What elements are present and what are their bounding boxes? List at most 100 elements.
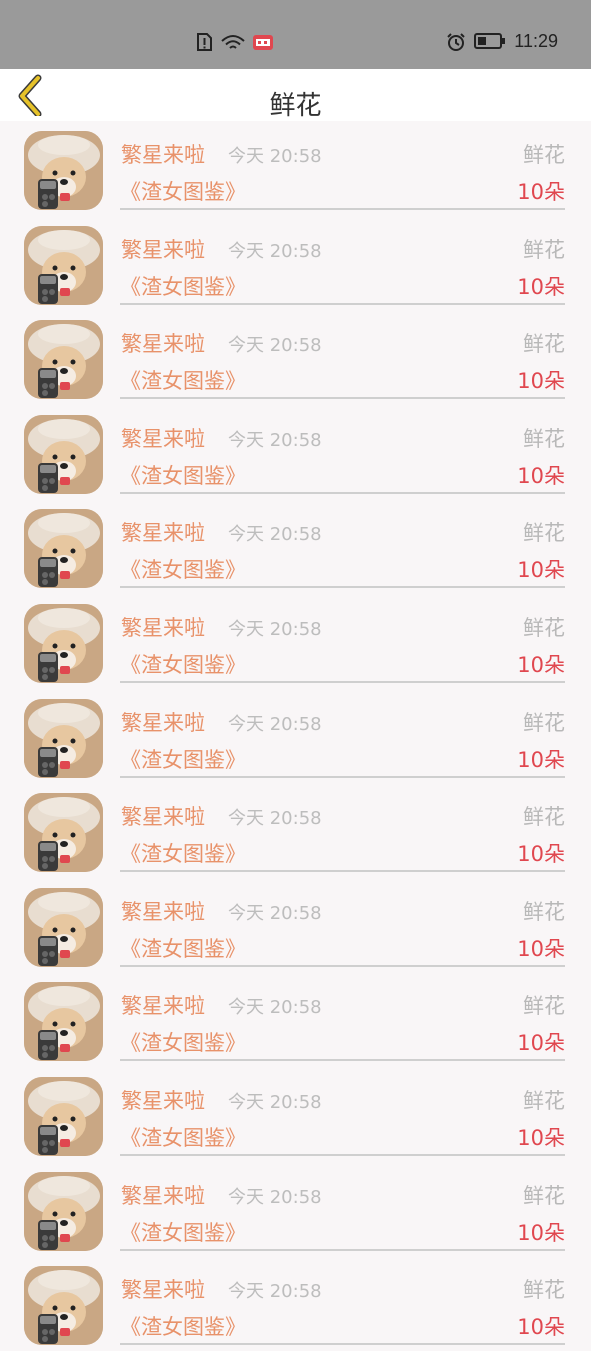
send-time: 今天 20:58 — [228, 146, 322, 167]
gift-count: 10朵 — [517, 652, 565, 677]
send-time: 今天 20:58 — [228, 335, 322, 357]
list-item[interactable]: 繁星来啦 今天 20:58 鲜花 《渣女图鉴》 10朵 — [0, 310, 591, 405]
avatar[interactable] — [24, 698, 103, 778]
alarm-icon — [446, 32, 466, 52]
list-item[interactable]: 繁星来啦 今天 20:58 鲜花 《渣女图鉴》 10朵 — [0, 121, 591, 216]
work-title[interactable]: 《渣女图鉴》 — [120, 176, 246, 206]
divider — [120, 964, 565, 967]
send-time: 今天 20:58 — [228, 1091, 322, 1113]
list-item[interactable]: 繁星来啦 今天 20:58 鲜花 《渣女图鉴》 10朵 — [0, 405, 591, 500]
list-item[interactable]: 繁星来啦 今天 20:58 鲜花 《渣女图鉴》 10朵 — [0, 783, 591, 878]
divider — [120, 491, 565, 494]
status-bar: 11:29 — [0, 0, 591, 69]
gift-count: 10朵 — [517, 1315, 565, 1340]
gift-count: 10朵 — [517, 180, 565, 204]
work-title[interactable]: 《渣女图鉴》 — [120, 744, 246, 774]
sender-name: 繁星来啦 — [121, 1088, 205, 1113]
list-item[interactable]: 繁星来啦 今天 20:58 鲜花 《渣女图鉴》 10朵 — [0, 1162, 591, 1257]
divider — [120, 1248, 565, 1251]
work-title[interactable]: 《渣女图鉴》 — [120, 460, 246, 490]
nav-bar: 鲜花 — [0, 69, 591, 121]
send-time: 今天 20:58 — [228, 713, 322, 735]
sender-name: 繁星来啦 — [121, 805, 205, 830]
send-time: 今天 20:58 — [228, 240, 322, 262]
avatar[interactable] — [24, 131, 103, 210]
sim-alert-icon — [196, 32, 214, 52]
send-time: 今天 20:58 — [228, 618, 322, 640]
sender-name: 繁星来啦 — [121, 994, 205, 1019]
work-title[interactable]: 《渣女图鉴》 — [120, 1217, 246, 1247]
send-time: 今天 20:58 — [228, 902, 322, 924]
gift-type: 鲜花 — [523, 899, 565, 924]
list-item[interactable]: 繁星来啦 今天 20:58 鲜花 《渣女图鉴》 10朵 — [0, 1067, 591, 1162]
avatar[interactable] — [24, 1171, 103, 1251]
divider — [120, 870, 565, 873]
gift-type: 鲜花 — [523, 710, 565, 735]
list-item[interactable]: 繁星来啦 今天 20:58 鲜花 《渣女图鉴》 10朵 — [0, 972, 591, 1067]
work-title[interactable]: 《渣女图鉴》 — [120, 554, 246, 584]
sender-name: 繁星来啦 — [121, 143, 205, 167]
sender-name: 繁星来啦 — [121, 1183, 205, 1208]
gift-count: 10朵 — [517, 842, 565, 867]
work-title[interactable]: 《渣女图鉴》 — [120, 271, 246, 301]
sender-name: 繁星来啦 — [121, 899, 205, 924]
gift-type: 鲜花 — [523, 805, 565, 830]
work-title[interactable]: 《渣女图鉴》 — [120, 933, 246, 963]
list-item[interactable]: 繁星来啦 今天 20:58 鲜花 《渣女图鉴》 10朵 — [0, 878, 591, 973]
divider — [120, 302, 565, 305]
sender-name: 繁星来啦 — [121, 332, 205, 357]
list-item[interactable]: 繁星来啦 今天 20:58 鲜花 《渣女图鉴》 10朵 — [0, 499, 591, 594]
gift-count: 10朵 — [517, 1220, 565, 1245]
work-title[interactable]: 《渣女图鉴》 — [120, 1311, 246, 1341]
gift-type: 鲜花 — [523, 521, 565, 546]
gift-type: 鲜花 — [523, 143, 565, 167]
avatar[interactable] — [24, 1076, 103, 1156]
status-icons — [196, 32, 274, 52]
gift-count: 10朵 — [517, 274, 565, 299]
gift-count: 10朵 — [517, 463, 565, 488]
gift-count: 10朵 — [517, 747, 565, 772]
avatar[interactable] — [24, 225, 103, 305]
work-title[interactable]: 《渣女图鉴》 — [120, 1122, 246, 1152]
gift-type: 鲜花 — [523, 615, 565, 640]
divider — [120, 775, 565, 778]
work-title[interactable]: 《渣女图鉴》 — [120, 649, 246, 679]
list-item[interactable]: 繁星来啦 今天 20:58 鲜花 《渣女图鉴》 10朵 — [0, 594, 591, 689]
list-item[interactable]: 繁星来啦 今天 20:58 鲜花 《渣女图鉴》 10朵 — [0, 1256, 591, 1351]
avatar[interactable] — [24, 320, 103, 400]
work-title[interactable]: 《渣女图鉴》 — [120, 365, 246, 395]
sender-name: 繁星来啦 — [121, 426, 205, 451]
send-time: 今天 20:58 — [228, 1186, 322, 1208]
sender-name: 繁星来啦 — [121, 521, 205, 546]
avatar[interactable] — [24, 887, 103, 967]
divider — [120, 680, 565, 683]
gift-count: 10朵 — [517, 1125, 565, 1150]
avatar[interactable] — [24, 793, 103, 873]
avatar[interactable] — [24, 509, 103, 589]
work-title[interactable]: 《渣女图鉴》 — [120, 1027, 246, 1057]
avatar[interactable] — [24, 1266, 103, 1346]
send-time: 今天 20:58 — [228, 429, 322, 451]
gift-type: 鲜花 — [523, 1278, 565, 1303]
gift-type: 鲜花 — [523, 426, 565, 451]
list-item[interactable]: 繁星来啦 今天 20:58 鲜花 《渣女图鉴》 10朵 — [0, 216, 591, 311]
work-title[interactable]: 《渣女图鉴》 — [120, 838, 246, 868]
wifi-icon — [220, 32, 246, 52]
avatar[interactable] — [24, 603, 103, 683]
divider — [120, 1059, 565, 1062]
status-time: 11:29 — [514, 31, 558, 51]
divider — [120, 1343, 565, 1346]
gift-type: 鲜花 — [523, 237, 565, 262]
list-item[interactable]: 繁星来啦 今天 20:58 鲜花 《渣女图鉴》 10朵 — [0, 689, 591, 784]
divider — [120, 397, 565, 400]
divider — [120, 586, 565, 589]
gift-count: 10朵 — [517, 1031, 565, 1056]
status-right: 11:29 — [446, 31, 558, 52]
send-time: 今天 20:58 — [228, 808, 322, 830]
gift-count: 10朵 — [517, 936, 565, 961]
send-time: 今天 20:58 — [228, 1281, 322, 1303]
gift-type: 鲜花 — [523, 332, 565, 357]
divider — [120, 208, 565, 210]
avatar[interactable] — [24, 982, 103, 1062]
avatar[interactable] — [24, 414, 103, 494]
